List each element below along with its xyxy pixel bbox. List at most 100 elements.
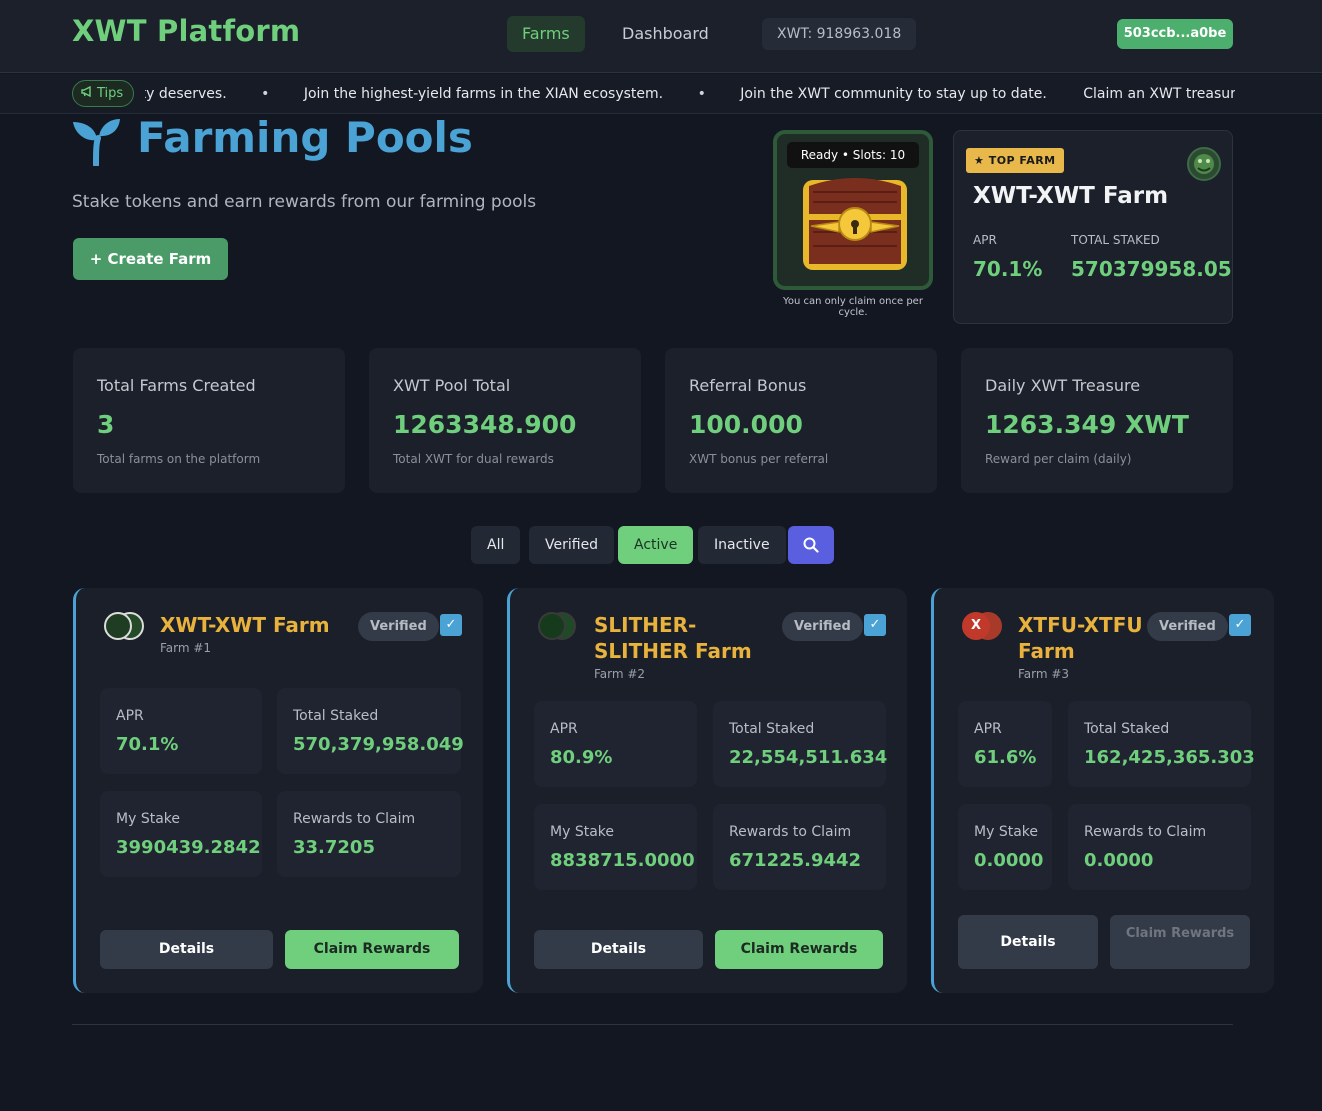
token-pair-avatars (102, 612, 146, 640)
metric-value: 22,554,511.634 (729, 747, 888, 768)
details-button[interactable]: Details (534, 930, 703, 969)
farm-card[interactable]: SLITHER-SLITHER Farm Farm #2 Verified ✓ … (507, 588, 907, 993)
ticker-item: Claim an XWT treasure loot every (1083, 86, 1235, 102)
metric-my-stake: My Stake 0.0000 (958, 804, 1052, 890)
farm-title: XWT-XWT Farm (160, 613, 330, 637)
wallet-button[interactable]: 503ccb...a0be (1117, 19, 1233, 49)
metric-apr: APR 70.1% (100, 688, 262, 774)
details-button[interactable]: Details (958, 915, 1098, 969)
verified-check-icon: ✓ (440, 614, 462, 636)
search-icon (803, 537, 819, 557)
farm-card[interactable]: XWT-XWT Farm Farm #1 Verified ✓ APR 70.1… (73, 588, 483, 993)
tips-badge: Tips (72, 80, 135, 107)
metric-label: APR (974, 721, 1002, 737)
metric-value: 3990439.2842 (116, 837, 261, 858)
metric-label: Total Staked (293, 708, 379, 724)
ticker-item: Join the highest-yield farms in the XIAN… (303, 86, 664, 102)
filter-inactive[interactable]: Inactive (698, 526, 786, 564)
verified-badge: Verified (782, 612, 863, 641)
filter-verified[interactable]: Verified (529, 526, 615, 564)
metric-total-staked: Total Staked 22,554,511.634 (713, 701, 888, 787)
nav-dashboard[interactable]: Dashboard (607, 16, 724, 52)
token-pair-avatars: X (960, 612, 1004, 640)
filter-active[interactable]: Active (618, 526, 694, 564)
metric-apr: APR 80.9% (534, 701, 697, 787)
treasure-note: You can only claim once per cycle. (783, 296, 923, 318)
metric-rewards: Rewards to Claim 0.0000 (1068, 804, 1251, 890)
metric-value: 570,379,958.049 (293, 734, 464, 755)
metric-label: Rewards to Claim (729, 824, 852, 840)
metric-label: My Stake (116, 811, 180, 827)
farm-title: SLITHER-SLITHER Farm (594, 613, 752, 663)
metric-rewards: Rewards to Claim 33.7205 (277, 791, 461, 877)
top-farm-title: XWT-XWT Farm (973, 183, 1169, 209)
details-button[interactable]: Details (100, 930, 273, 969)
ticker-track: unity deserves. • Join the highest-yield… (145, 74, 1235, 113)
token-avatar (538, 612, 566, 640)
stat-card-daily-treasure: Daily XWT Treasure 1263.349 XWT Reward p… (961, 348, 1233, 493)
create-farm-button[interactable]: + Create Farm (73, 238, 228, 280)
top-header: XWT Platform Farms Dashboard XWT: 918963… (0, 0, 1322, 73)
brand-logo[interactable]: XWT Platform (72, 14, 300, 48)
page-subtitle: Stake tokens and earn rewards from our f… (72, 192, 537, 212)
top-farm-apr-value: 70.1% (973, 257, 1043, 281)
verified-badge: Verified (1147, 612, 1228, 641)
metric-label: APR (550, 721, 578, 737)
claim-rewards-button[interactable]: Claim Rewards (715, 930, 883, 969)
stat-caption: XWT bonus per referral (689, 452, 829, 466)
metric-apr: APR 61.6% (958, 701, 1052, 787)
farm-title: XTFU-XTFU Farm (1018, 613, 1143, 663)
stat-label: Daily XWT Treasure (985, 376, 1141, 395)
search-button[interactable] (788, 526, 834, 564)
farm-number: Farm #1 (160, 641, 212, 655)
metric-label: Rewards to Claim (293, 811, 416, 827)
claim-rewards-button[interactable]: Claim Rewards (285, 930, 459, 969)
stat-value: 1263348.900 (393, 410, 577, 439)
token-avatar (104, 612, 132, 640)
tips-label: Tips (97, 86, 124, 101)
ticker-item: unity deserves. (145, 86, 227, 102)
metric-value: 33.7205 (293, 837, 375, 858)
farm-token-avatar (1187, 147, 1221, 181)
stat-label: XWT Pool Total (393, 376, 511, 395)
farm-number: Farm #2 (594, 667, 646, 681)
metric-label: APR (116, 708, 144, 724)
footer-divider (72, 1024, 1233, 1025)
metric-total-staked: Total Staked 570,379,958.049 (277, 688, 464, 774)
stat-label: Referral Bonus (689, 376, 807, 395)
top-farm-staked-label: TOTAL STAKED (1071, 233, 1160, 247)
top-farm-badge: ★ TOP FARM (966, 148, 1064, 173)
nav-farms[interactable]: Farms (507, 16, 585, 52)
metric-value: 671225.9442 (729, 850, 862, 871)
stat-label: Total Farms Created (97, 376, 256, 395)
metric-label: Total Staked (1084, 721, 1170, 737)
stat-caption: Total farms on the platform (97, 452, 261, 466)
treasure-chest-widget[interactable]: Ready • Slots: 10 (773, 130, 933, 290)
stat-card-referral-bonus: Referral Bonus 100.000 XWT bonus per ref… (665, 348, 937, 493)
ticker-separator: • (261, 86, 270, 102)
stat-caption: Total XWT for dual rewards (393, 452, 554, 466)
metric-value: 162,425,365.303 (1084, 747, 1255, 768)
top-farm-card[interactable]: ★ TOP FARM XWT-XWT Farm APR 70.1% TOTAL … (953, 130, 1233, 324)
sprout-icon (72, 118, 124, 168)
stat-card-total-farms: Total Farms Created 3 Total farms on the… (73, 348, 345, 493)
metric-total-staked: Total Staked 162,425,365.303 (1068, 701, 1255, 787)
farm-card[interactable]: X XTFU-XTFU Farm Farm #3 Verified ✓ APR … (931, 588, 1274, 993)
treasure-chest-icon (799, 176, 911, 278)
stat-card-pool-total: XWT Pool Total 1263348.900 Total XWT for… (369, 348, 641, 493)
filter-all[interactable]: All (471, 526, 521, 564)
metric-my-stake: My Stake 3990439.2842 (100, 791, 262, 877)
token-avatar: X (962, 612, 990, 640)
verified-badge: Verified (358, 612, 439, 641)
ticker-item: Join the XWT community to stay up to dat… (740, 86, 1047, 102)
metric-my-stake: My Stake 8838715.0000 (534, 804, 697, 890)
metric-value: 8838715.0000 (550, 850, 695, 871)
page-title: Farming Pools (137, 113, 473, 162)
claim-rewards-button-disabled[interactable]: Claim Rewards (1110, 915, 1250, 969)
top-farm-staked-value: 570379958.05 (1071, 257, 1232, 281)
metric-value: 80.9% (550, 747, 613, 768)
stat-caption: Reward per claim (daily) (985, 452, 1132, 466)
metric-value: 61.6% (974, 747, 1037, 768)
stat-value: 1263.349 XWT (985, 410, 1189, 439)
ticker-separator: • (697, 86, 706, 102)
